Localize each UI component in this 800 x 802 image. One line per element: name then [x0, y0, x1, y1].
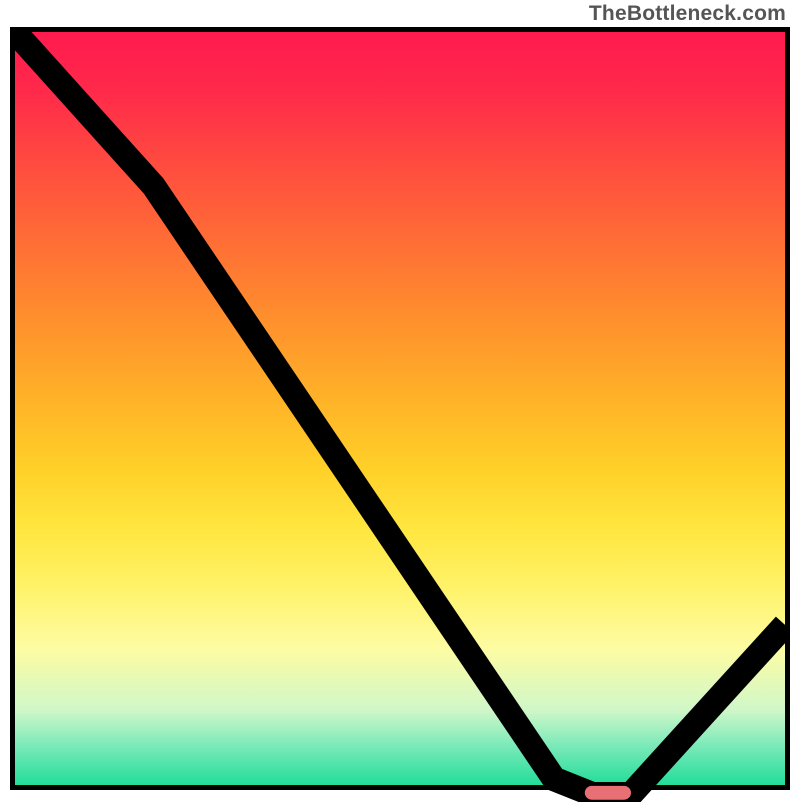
chart-frame	[10, 27, 790, 790]
optimal-marker	[585, 786, 631, 800]
watermark-text: TheBottleneck.com	[589, 2, 786, 26]
bottleneck-curve	[15, 32, 785, 794]
chart-svg	[15, 32, 785, 802]
